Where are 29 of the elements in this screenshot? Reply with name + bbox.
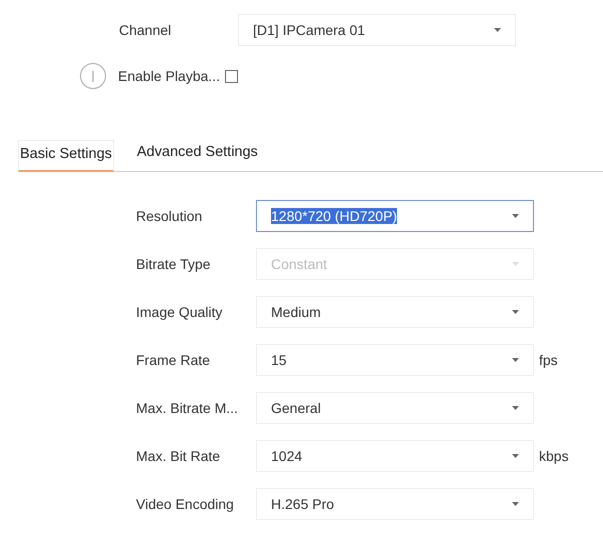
- caret-icon: [512, 454, 519, 458]
- caret-icon: [512, 406, 519, 410]
- field-label: Bitrate Type: [136, 256, 212, 272]
- field-label: Frame Rate: [136, 352, 211, 368]
- dropdown[interactable]: 1280*720 (HD720P): [256, 200, 534, 232]
- dropdown[interactable]: General: [256, 392, 534, 424]
- field-label: Video Encoding: [136, 496, 235, 512]
- field-label: Resolution: [136, 208, 204, 224]
- tab[interactable]: Advanced Settings: [136, 140, 259, 172]
- caret-icon: [512, 262, 519, 266]
- field-label: Max. Bit Rate: [136, 448, 222, 464]
- dropdown[interactable]: Medium: [256, 296, 534, 328]
- unit-label: kbps: [539, 448, 569, 464]
- field-label: Enable Playba...: [118, 68, 220, 84]
- caret-icon: [512, 310, 519, 314]
- caret-icon: [494, 28, 501, 32]
- tab[interactable]: Basic Settings: [18, 140, 114, 172]
- dropdown[interactable]: 15: [256, 344, 534, 376]
- dropdown[interactable]: 1024: [256, 440, 534, 472]
- caret-icon: [512, 358, 519, 362]
- field-label: Max. Bitrate M...: [136, 400, 239, 416]
- caret-icon: [512, 214, 519, 218]
- checkbox[interactable]: [224, 70, 238, 82]
- channel-dropdown[interactable]: [D1] IPCamera 01: [238, 14, 516, 46]
- field-label: Image Quality: [136, 304, 224, 320]
- field-label: Channel: [119, 22, 172, 38]
- caret-icon: [512, 502, 519, 506]
- dropdown[interactable]: H.265 Pro: [256, 488, 534, 520]
- unit-label: fps: [539, 352, 558, 368]
